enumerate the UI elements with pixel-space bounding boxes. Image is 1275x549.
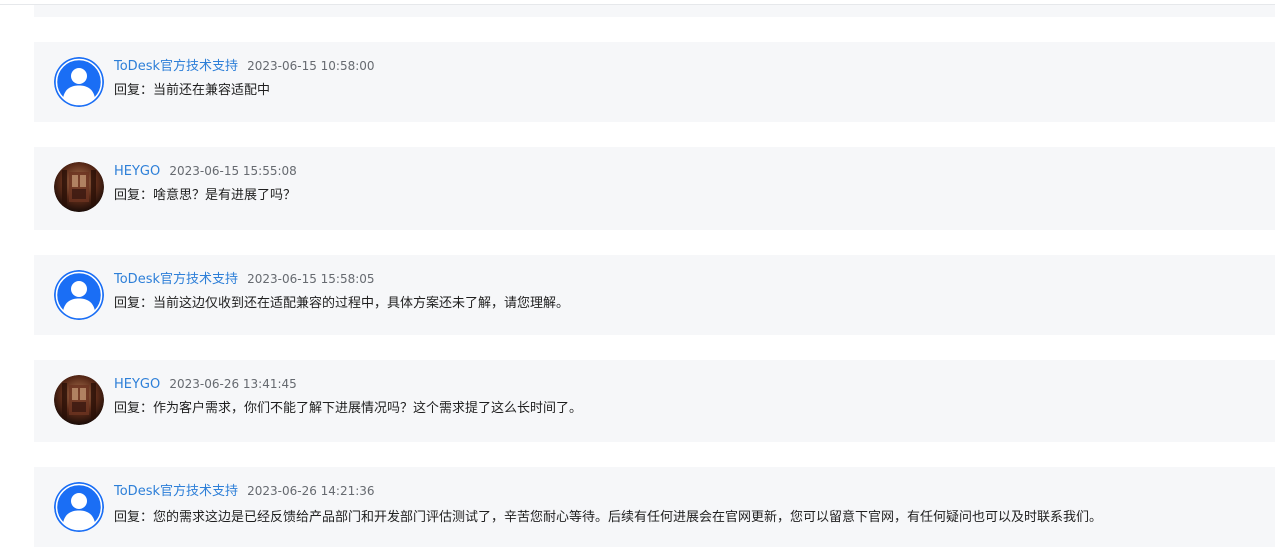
avatar-default-user-icon[interactable]	[54, 57, 104, 107]
comment-text: 回复：您的需求这边是已经反馈给产品部门和开发部门评估测试了，辛苦您耐心等待。后续…	[114, 510, 1103, 525]
comment-item: ToDesk官方技术支持 2023-06-15 15:58:05 回复：当前这边…	[34, 255, 1275, 335]
previous-comment-edge	[34, 5, 1275, 17]
comment-meta: HEYGO 2023-06-15 15:55:08	[114, 162, 297, 180]
avatar-default-user-icon[interactable]	[54, 482, 104, 532]
comment-item: HEYGO 2023-06-26 13:41:45 回复：作为客户需求，你们不能…	[34, 360, 1275, 442]
avatar-default-user-icon[interactable]	[54, 270, 104, 320]
comment-time: 2023-06-26 13:41:45	[169, 377, 297, 391]
comment-meta: ToDesk官方技术支持 2023-06-15 10:58:00	[114, 57, 375, 75]
comment-thread: ToDesk官方技术支持 2023-06-15 10:58:00 回复：当前还在…	[0, 0, 1275, 549]
comment-text: 回复：当前还在兼容适配中	[114, 83, 271, 98]
comment-meta: HEYGO 2023-06-26 13:41:45	[114, 375, 297, 393]
comment-item: ToDesk官方技术支持 2023-06-26 14:21:36 回复：您的需求…	[34, 467, 1275, 547]
author-name[interactable]: HEYGO	[114, 164, 160, 179]
author-name[interactable]: HEYGO	[114, 377, 160, 392]
author-name[interactable]: ToDesk官方技术支持	[114, 59, 238, 74]
comment-text: 回复：作为客户需求，你们不能了解下进展情况吗？这个需求提了这么长时间了。	[114, 401, 583, 416]
comment-time: 2023-06-15 10:58:00	[247, 59, 375, 73]
author-name[interactable]: ToDesk官方技术支持	[114, 484, 238, 499]
author-name[interactable]: ToDesk官方技术支持	[114, 272, 238, 287]
avatar-photo[interactable]	[54, 375, 104, 425]
comment-meta: ToDesk官方技术支持 2023-06-15 15:58:05	[114, 270, 375, 288]
comment-time: 2023-06-15 15:58:05	[247, 272, 375, 286]
comment-text: 回复：啥意思？是有进展了吗？	[114, 188, 297, 203]
comment-item: HEYGO 2023-06-15 15:55:08 回复：啥意思？是有进展了吗？	[34, 147, 1275, 230]
avatar-photo[interactable]	[54, 162, 104, 212]
comment-text: 回复：当前这边仅收到还在适配兼容的过程中，具体方案还未了解，请您理解。	[114, 296, 570, 311]
comment-item: ToDesk官方技术支持 2023-06-15 10:58:00 回复：当前还在…	[34, 42, 1275, 122]
comment-time: 2023-06-15 15:55:08	[169, 164, 297, 178]
comment-time: 2023-06-26 14:21:36	[247, 484, 375, 498]
comment-meta: ToDesk官方技术支持 2023-06-26 14:21:36	[114, 482, 375, 500]
